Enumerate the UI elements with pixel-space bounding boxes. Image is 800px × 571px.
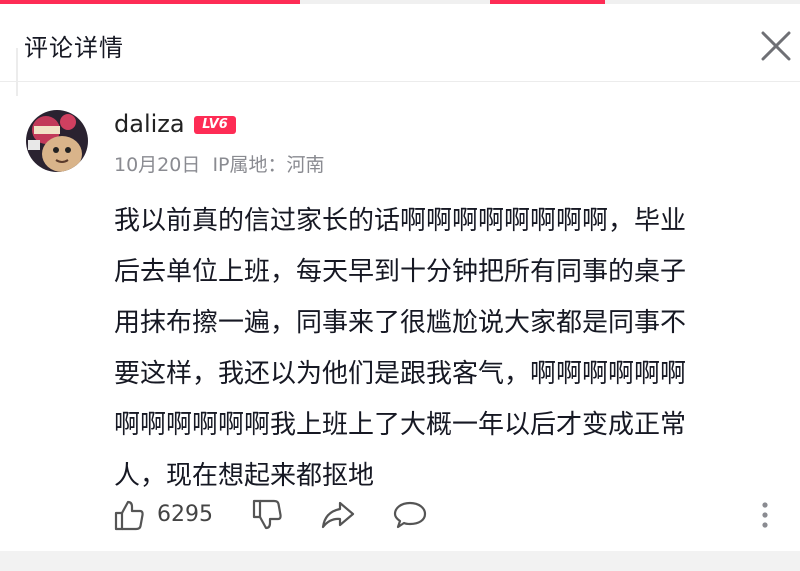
comment-line: 用抹布擦一遍，同事来了很尴尬说大家都是同事不: [114, 308, 687, 338]
like-button[interactable]: 6295: [112, 498, 222, 532]
header-divider: [0, 81, 800, 82]
vertical-dots-icon: [762, 502, 768, 528]
comment-line: 后去单位上班，每天早到十分钟把所有同事的桌子: [114, 257, 687, 287]
username[interactable]: daliza: [114, 110, 185, 138]
speech-bubble-icon: [393, 501, 427, 529]
ip-location: IP属地：河南: [212, 154, 325, 176]
more-options-button[interactable]: [758, 500, 772, 530]
share-button[interactable]: [320, 498, 356, 532]
like-count: 6295: [157, 502, 213, 527]
comment-text: 我以前真的信过家长的话啊啊啊啊啊啊啊啊，毕业 后去单位上班，每天早到十分钟把所有…: [114, 196, 778, 502]
scrollbar[interactable]: [16, 48, 18, 96]
close-button[interactable]: [758, 28, 794, 64]
share-arrow-icon: [321, 501, 355, 529]
close-icon: [761, 31, 791, 61]
comment-line: 我以前真的信过家长的话啊啊啊啊啊啊啊啊，毕业: [114, 206, 687, 236]
header: 评论详情: [0, 4, 800, 81]
dislike-button[interactable]: [250, 498, 284, 532]
comment-meta: 10月20日 IP属地：河南: [114, 150, 325, 177]
comment-date: 10月20日: [114, 154, 201, 176]
comment-line: 啊啊啊啊啊啊我上班上了大概一年以后才变成正常: [114, 410, 687, 440]
level-badge: LV6: [194, 116, 236, 134]
thumbs-down-icon: [252, 499, 282, 530]
bottom-bar: [0, 551, 800, 571]
avatar-image: [26, 110, 88, 172]
comment-line: 人，现在想起来都抠地: [114, 461, 375, 491]
avatar[interactable]: [26, 110, 88, 172]
thumbs-up-icon: [114, 500, 144, 531]
reply-button[interactable]: [392, 498, 428, 532]
page-title: 评论详情: [24, 34, 124, 62]
comment-line: 要这样，我还以为他们是跟我客气，啊啊啊啊啊啊: [114, 359, 687, 389]
